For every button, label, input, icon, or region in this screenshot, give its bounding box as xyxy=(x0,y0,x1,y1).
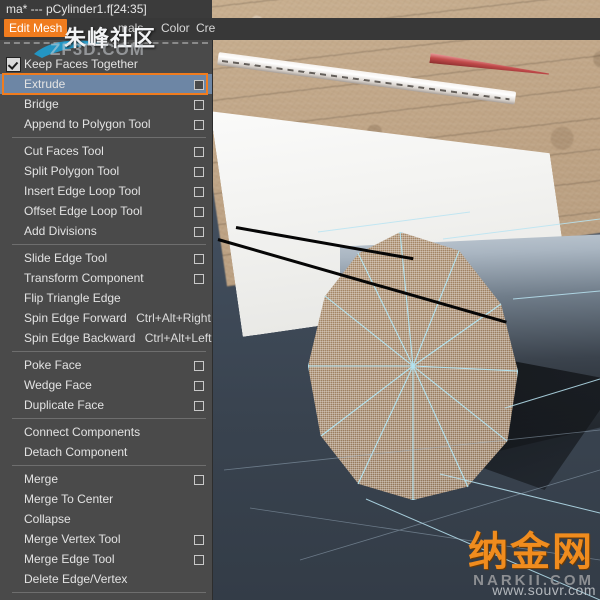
menu-item-spin-edge-forward[interactable]: Spin Edge Forward Ctrl+Alt+Right xyxy=(0,308,212,328)
menu-item-label: Wedge Face xyxy=(24,378,92,392)
menu-separator xyxy=(12,137,206,138)
menu-item-chamfer-vertex[interactable]: Chamfer Vertex xyxy=(0,596,212,600)
menu-item-label: Keep Faces Together xyxy=(24,57,138,71)
menu-item-label: Merge Vertex Tool xyxy=(24,532,121,546)
menu-item-label: Flip Triangle Edge xyxy=(24,291,121,305)
menu-separator xyxy=(12,465,206,466)
option-box-icon[interactable] xyxy=(194,381,204,391)
menu-separator xyxy=(12,592,206,593)
option-box-icon[interactable] xyxy=(194,187,204,197)
menu-item-connect-components[interactable]: Connect Components xyxy=(0,422,212,442)
window-title-bar: ma* --- pCylinder1.f[24:35] xyxy=(0,0,212,19)
menubar-item-create-uvs[interactable]: Cre xyxy=(196,21,215,35)
menu-item-label: Cut Faces Tool xyxy=(24,144,104,158)
menu-item-label: Merge xyxy=(24,472,59,486)
menu-item-detach-component[interactable]: Detach Component xyxy=(0,442,212,462)
option-box-icon[interactable] xyxy=(194,274,204,284)
option-box-icon[interactable] xyxy=(194,147,204,157)
menu-item-flip-triangle-edge[interactable]: Flip Triangle Edge xyxy=(0,288,212,308)
menu-item-label: Poke Face xyxy=(24,358,82,372)
window-title-text: ma* --- pCylinder1.f[24:35] xyxy=(6,2,147,16)
menu-bar[interactable]: Edit Mesh mals Color Cre xyxy=(0,18,600,40)
menu-item-merge-edge-tool[interactable]: Merge Edge Tool xyxy=(0,549,212,569)
edit-mesh-dropdown-menu[interactable]: Keep Faces Together Extrude Bridge Appen… xyxy=(0,40,213,600)
menu-separator xyxy=(12,351,206,352)
menu-item-label: Chamfer Vertex xyxy=(24,596,107,600)
menu-item-label: Offset Edge Loop Tool xyxy=(24,204,143,218)
option-box-icon[interactable] xyxy=(194,361,204,371)
menu-item-keep-faces-together[interactable]: Keep Faces Together xyxy=(0,54,212,74)
watermark-souvr-url: www.souvr.com xyxy=(492,582,596,598)
checkmark-icon xyxy=(6,57,21,72)
menu-item-accelerator: Ctrl+Alt+Left xyxy=(144,331,212,345)
option-box-icon[interactable] xyxy=(194,475,204,485)
option-box-icon[interactable] xyxy=(194,207,204,217)
maya-application-window: 纳金网 NARKII.COM www.souvr.com ma* --- pCy… xyxy=(0,0,600,600)
menu-item-merge[interactable]: Merge xyxy=(0,469,212,489)
menu-item-transform-component[interactable]: Transform Component xyxy=(0,268,212,288)
menu-item-label: Spin Edge Backward xyxy=(24,331,136,345)
menu-item-label: Bridge xyxy=(24,97,59,111)
menu-item-label: Spin Edge Forward xyxy=(24,311,127,325)
menubar-item-color[interactable]: Color xyxy=(161,21,190,35)
menu-item-split-polygon-tool[interactable]: Split Polygon Tool xyxy=(0,161,212,181)
menubar-item-edit-mesh[interactable]: Edit Mesh xyxy=(4,19,68,37)
menu-separator xyxy=(12,244,206,245)
menu-item-accelerator: Ctrl+Alt+Right xyxy=(136,311,211,325)
menu-item-label: Connect Components xyxy=(24,425,141,439)
menu-item-label: Slide Edge Tool xyxy=(24,251,108,265)
menu-item-merge-vertex-tool[interactable]: Merge Vertex Tool xyxy=(0,529,212,549)
option-box-icon[interactable] xyxy=(194,120,204,130)
menubar-item-normals[interactable]: mals xyxy=(118,21,143,35)
menu-item-add-divisions[interactable]: Add Divisions xyxy=(0,221,212,241)
option-box-icon[interactable] xyxy=(194,227,204,237)
menu-item-duplicate-face[interactable]: Duplicate Face xyxy=(0,395,212,415)
option-box-icon[interactable] xyxy=(194,555,204,565)
watermark-narkii: 纳金网 NARKII.COM xyxy=(468,532,594,588)
menu-item-label: Merge To Center xyxy=(24,492,114,506)
menu-item-wedge-face[interactable]: Wedge Face xyxy=(0,375,212,395)
menu-tear-off-handle[interactable] xyxy=(4,42,208,52)
menu-separator xyxy=(12,418,206,419)
option-box-icon[interactable] xyxy=(194,167,204,177)
menu-item-bridge[interactable]: Bridge xyxy=(0,94,212,114)
menu-item-label: Split Polygon Tool xyxy=(24,164,120,178)
option-box-icon[interactable] xyxy=(194,535,204,545)
menu-item-label: Append to Polygon Tool xyxy=(24,117,151,131)
menu-item-label: Duplicate Face xyxy=(24,398,105,412)
menu-item-slide-edge-tool[interactable]: Slide Edge Tool xyxy=(0,248,212,268)
menu-item-label: Collapse xyxy=(24,512,71,526)
watermark-narkii-cn: 纳金网 xyxy=(468,529,594,575)
menu-item-insert-edge-loop-tool[interactable]: Insert Edge Loop Tool xyxy=(0,181,212,201)
menu-item-label: Merge Edge Tool xyxy=(24,552,115,566)
menu-item-label: Transform Component xyxy=(24,271,144,285)
menu-item-spin-edge-backward[interactable]: Spin Edge Backward Ctrl+Alt+Left xyxy=(0,328,212,348)
menu-item-delete-edge-vertex[interactable]: Delete Edge/Vertex xyxy=(0,569,212,589)
option-box-icon[interactable] xyxy=(194,254,204,264)
menu-item-cut-faces-tool[interactable]: Cut Faces Tool xyxy=(0,141,212,161)
option-box-icon[interactable] xyxy=(194,401,204,411)
extrude-highlight-ring xyxy=(2,73,208,95)
menu-item-merge-to-center[interactable]: Merge To Center xyxy=(0,489,212,509)
menu-item-offset-edge-loop-tool[interactable]: Offset Edge Loop Tool xyxy=(0,201,212,221)
menu-item-label: Add Divisions xyxy=(24,224,97,238)
menu-item-label: Detach Component xyxy=(24,445,128,459)
menu-item-collapse[interactable]: Collapse xyxy=(0,509,212,529)
menu-item-append-to-polygon-tool[interactable]: Append to Polygon Tool xyxy=(0,114,212,134)
menu-item-label: Delete Edge/Vertex xyxy=(24,572,128,586)
option-box-icon[interactable] xyxy=(194,100,204,110)
menu-item-poke-face[interactable]: Poke Face xyxy=(0,355,212,375)
menu-item-label: Insert Edge Loop Tool xyxy=(24,184,141,198)
